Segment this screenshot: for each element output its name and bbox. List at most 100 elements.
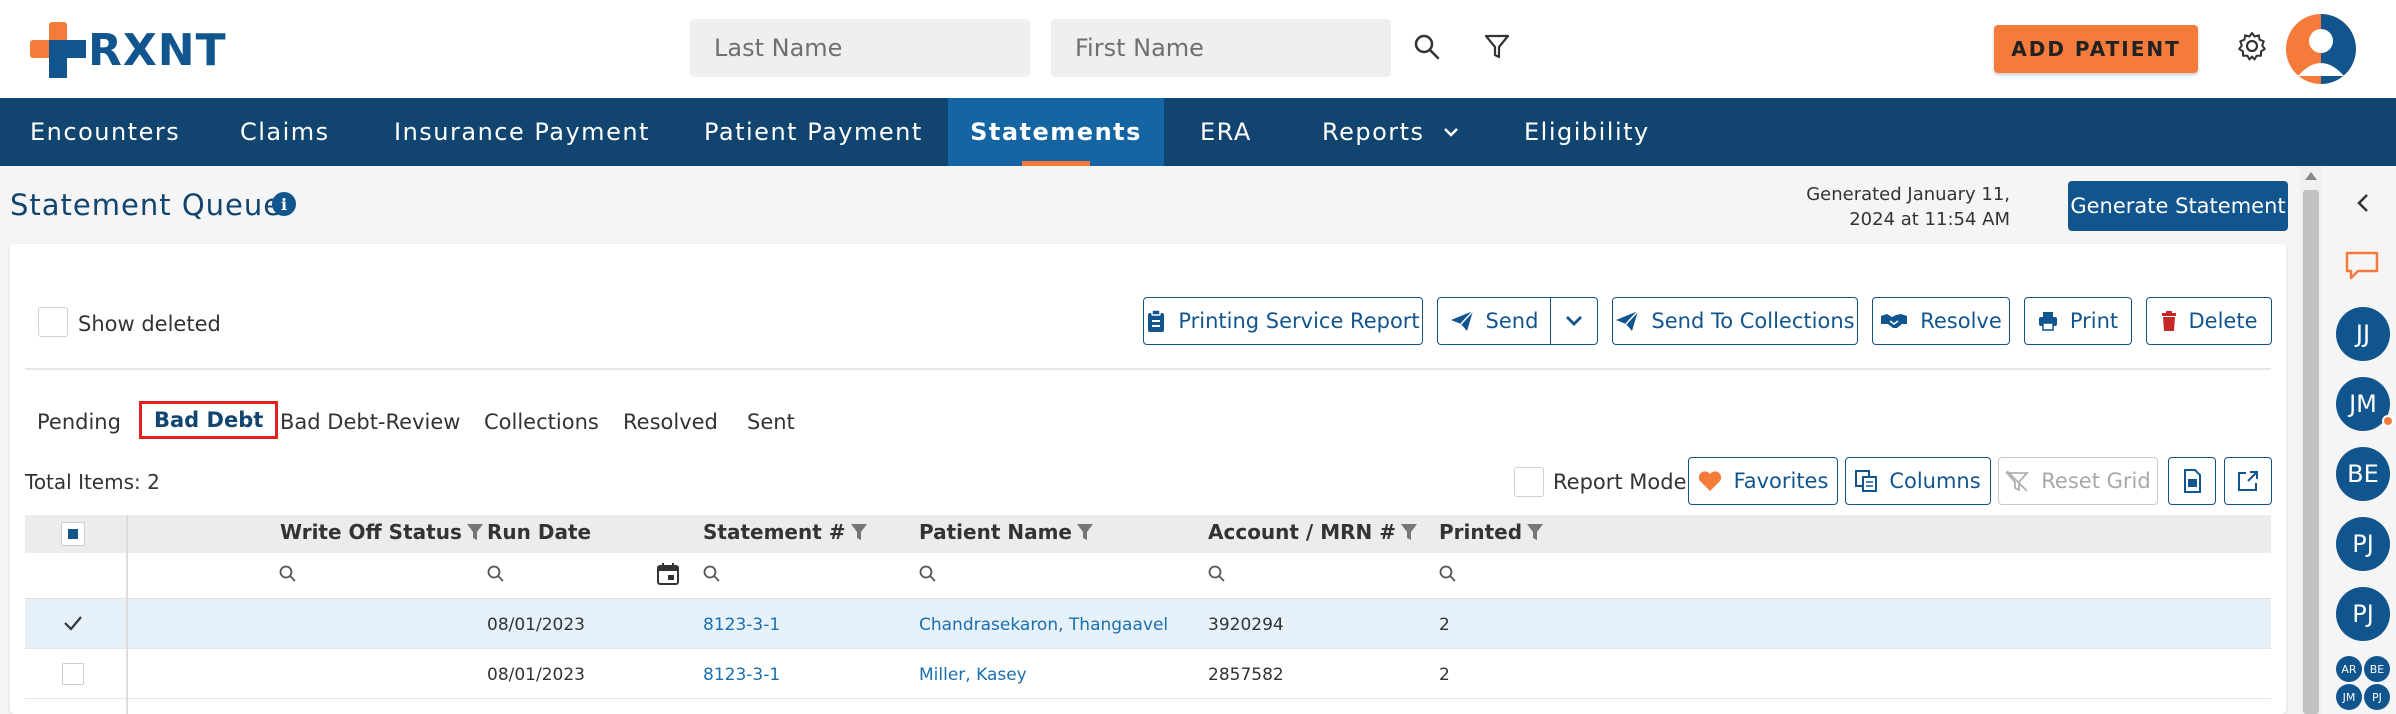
logo-cross-icon [30,22,86,78]
cell-statement-link[interactable]: 8123-3-1 [703,665,780,685]
tab-pending[interactable]: Pending [37,410,121,434]
favorites-label: Favorites [1733,469,1829,493]
mini-avatar-ar[interactable]: AR [2336,656,2362,682]
column-filter-search-icon[interactable] [278,564,298,584]
mini-avatar-be[interactable]: BE [2364,656,2390,682]
mini-avatar-pj[interactable]: PJ [2364,684,2390,710]
column-header-account-mrn[interactable]: Account / MRN # [1208,520,1418,544]
row-checkbox[interactable] [62,663,84,685]
filter-icon[interactable] [1526,522,1544,542]
rail-avatar-jm-label: JM [2349,390,2377,418]
table-row[interactable] [25,649,2271,699]
tab-bad-debt[interactable]: Bad Debt [139,401,279,439]
filter-icon[interactable] [1076,522,1094,542]
cell-account: 3920294 [1208,615,1284,635]
report-mode-checkbox[interactable] [1514,467,1544,497]
printing-service-report-button[interactable]: Printing Service Report [1143,297,1423,345]
mini-avatar-jm[interactable]: JM [2336,684,2362,710]
rxnt-logo[interactable]: RXNT [30,22,227,78]
columns-icon [1855,470,1878,492]
main-nav: Encounters Claims Insurance Payment Pati… [0,98,2396,166]
filter-icon[interactable] [850,522,868,542]
calendar-icon[interactable] [656,562,680,586]
table-filter-row [25,553,2271,599]
nav-item-encounters[interactable]: Encounters [30,98,180,166]
generated-timestamp: Generated January 11, 2024 at 11:54 AM [1800,182,2010,232]
rail-avatar-pj-2[interactable]: PJ [2336,587,2390,641]
cell-patient-name-link[interactable]: Chandrasekaron, Thangaavel [919,615,1168,635]
report-mode-label: Report Mode [1553,470,1687,494]
tab-collections[interactable]: Collections [484,410,599,434]
tab-bad-debt-review[interactable]: Bad Debt-Review [280,410,460,434]
file-export-icon [2184,469,2201,493]
column-filter-search-icon[interactable] [1207,564,1227,584]
collapse-rail-icon[interactable] [2350,190,2376,216]
filter-icon[interactable] [1480,30,1514,64]
favorites-button[interactable]: Favorites [1688,457,1838,505]
print-label: Print [2069,309,2119,333]
scrollbar-thumb[interactable] [2303,190,2319,714]
column-header-statement[interactable]: Statement # [703,520,868,544]
tab-resolved[interactable]: Resolved [623,410,718,434]
last-name-input[interactable] [690,19,1030,77]
notification-dot [2382,415,2394,427]
paper-plane-icon [1616,310,1639,331]
nav-item-patient-payment[interactable]: Patient Payment [704,98,923,166]
rail-avatar-jm[interactable]: JM [2336,377,2394,431]
column-filter-search-icon[interactable] [702,564,722,584]
chat-icon[interactable] [2342,248,2382,284]
nav-item-statements[interactable]: Statements [948,98,1164,166]
cell-printed: 2 [1439,615,1450,635]
select-all-checkbox[interactable] [61,522,85,546]
toolbar-divider [25,368,2271,370]
reset-grid-button[interactable]: Reset Grid [1998,457,2158,505]
search-icon[interactable] [1410,30,1444,64]
heart-icon [1698,471,1721,491]
tab-sent[interactable]: Sent [747,410,795,434]
user-avatar[interactable] [2286,14,2356,84]
app-header: RXNT ADD PATIENT [0,0,2396,98]
column-header-printed-label: Printed [1439,520,1523,544]
print-button[interactable]: Print [2024,297,2132,345]
column-header-write-off-status[interactable]: Write Off Status [280,520,484,544]
column-filter-search-icon[interactable] [1438,564,1458,584]
generated-line-2: 2024 at 11:54 AM [1849,209,2010,230]
column-header-printed[interactable]: Printed [1439,520,1544,544]
nav-item-reports[interactable]: Reports [1322,98,1459,166]
column-filter-search-icon[interactable] [486,564,506,584]
filter-icon[interactable] [1400,522,1418,542]
send-label: Send [1485,309,1539,333]
generate-statement-button[interactable]: Generate Statement [2068,181,2288,231]
column-header-patient-name[interactable]: Patient Name [919,520,1094,544]
nav-item-eligibility[interactable]: Eligibility [1524,98,1650,166]
info-icon[interactable]: i [272,192,296,216]
chevron-down-icon [1566,316,1582,326]
rail-avatar-be[interactable]: BE [2336,447,2390,501]
page-title: Statement Queue [10,188,283,222]
rail-avatar-jj[interactable]: JJ [2336,307,2390,361]
rail-avatar-pj[interactable]: PJ [2336,517,2390,571]
column-header-run-date[interactable]: Run Date [487,520,591,544]
nav-item-era[interactable]: ERA [1200,98,1252,166]
add-patient-button[interactable]: ADD PATIENT [1994,25,2198,73]
send-button[interactable]: Send [1437,297,1550,345]
share-export-button[interactable] [2224,457,2272,505]
columns-button[interactable]: Columns [1845,457,1991,505]
first-name-input[interactable] [1051,19,1391,77]
delete-button[interactable]: Delete [2146,297,2272,345]
send-dropdown-button[interactable] [1550,297,1598,345]
row-checked-icon[interactable] [62,613,84,633]
nav-item-claims[interactable]: Claims [240,98,330,166]
column-filter-search-icon[interactable] [918,564,938,584]
gear-icon[interactable] [2234,28,2270,64]
filter-icon[interactable] [466,522,484,542]
cell-patient-name-link[interactable]: Miller, Kasey [919,665,1027,685]
send-to-collections-button[interactable]: Send To Collections [1612,297,1858,345]
cell-statement-link[interactable]: 8123-3-1 [703,615,780,635]
scroll-up-icon[interactable] [2305,172,2317,180]
resolve-button[interactable]: Resolve [1872,297,2010,345]
export-csv-button[interactable] [2168,457,2216,505]
show-deleted-checkbox[interactable] [38,307,68,337]
chevron-down-icon [1443,128,1458,137]
nav-item-insurance-payment[interactable]: Insurance Payment [394,98,650,166]
